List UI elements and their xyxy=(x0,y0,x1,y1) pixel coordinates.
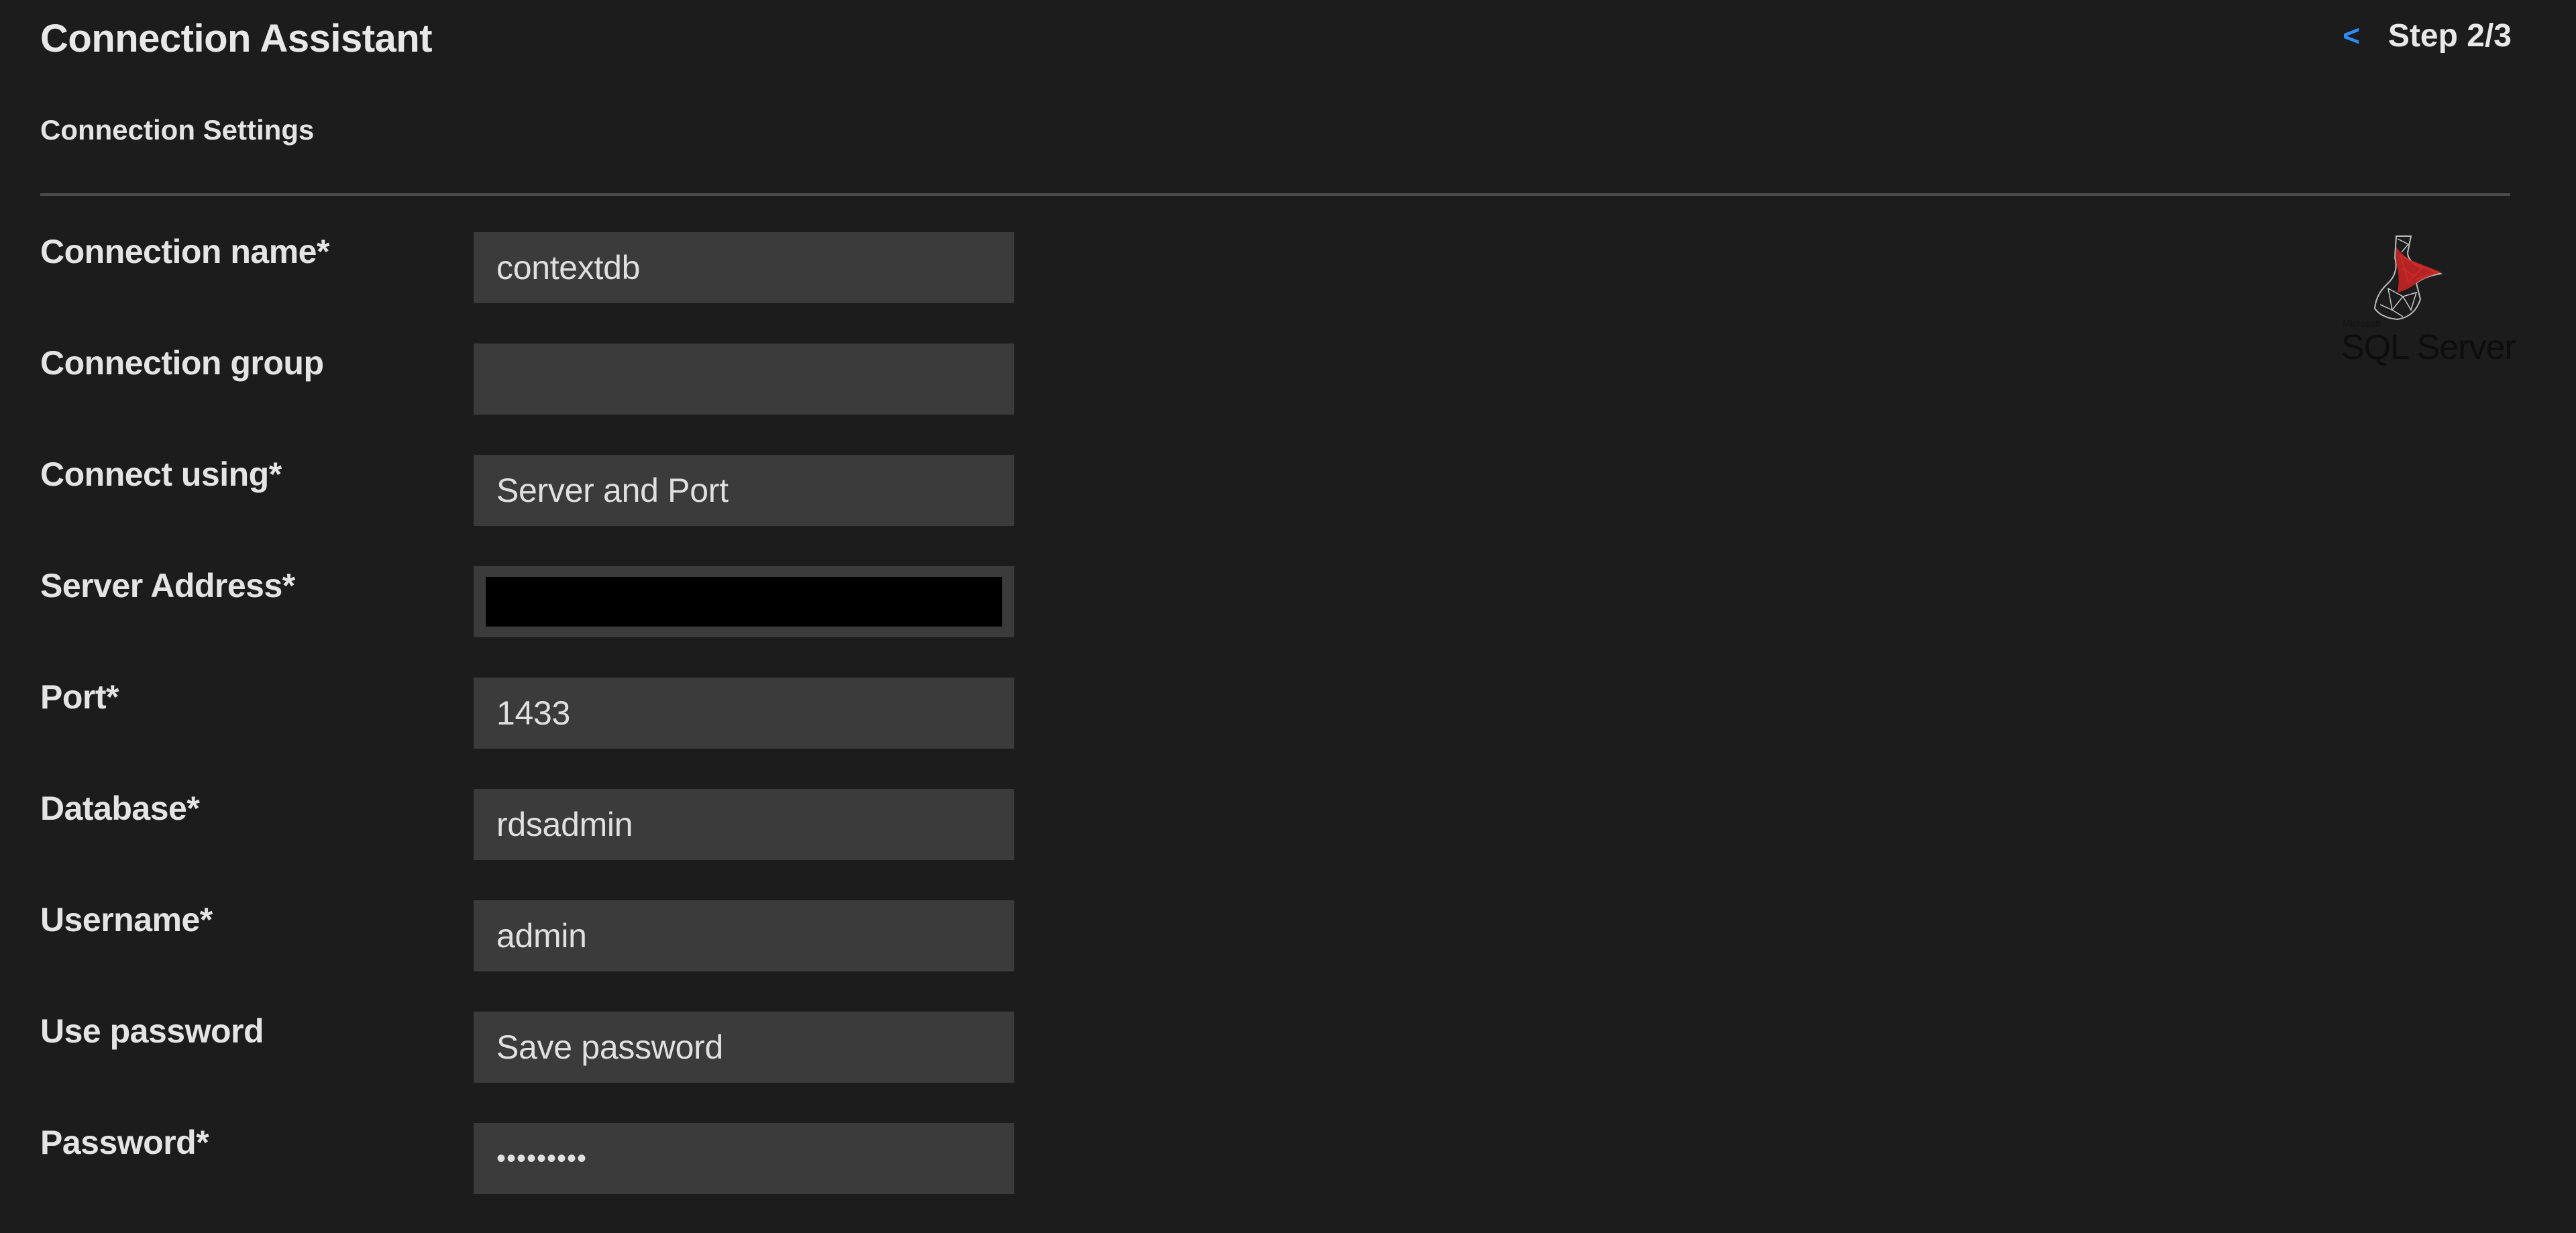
connect-using-select[interactable]: Server and Port xyxy=(474,455,1014,526)
redacted-value xyxy=(486,577,1002,627)
server-address-label: Server Address* xyxy=(40,567,295,604)
form-row-database: Database* rdsadmin xyxy=(40,789,1046,860)
sql-server-flask-icon xyxy=(2373,235,2443,321)
form-row-server-address: Server Address* xyxy=(40,566,1046,637)
form-row-password: Password* ••••••••• xyxy=(40,1123,1046,1194)
connection-group-label: Connection group xyxy=(40,344,324,382)
form-row-connect-using: Connect using* Server and Port xyxy=(40,455,1046,526)
step-navigation: < Step 2/3 xyxy=(2343,17,2512,54)
chevron-left-icon[interactable]: < xyxy=(2343,21,2360,51)
connect-using-label: Connect using* xyxy=(40,455,282,493)
server-address-input[interactable] xyxy=(474,566,1014,637)
username-input[interactable]: admin xyxy=(474,900,1014,971)
form-row-port: Port* 1433 xyxy=(40,678,1046,749)
use-password-label: Use password xyxy=(40,1012,264,1050)
section-title: Connection Settings xyxy=(40,114,315,146)
form-row-connection-name: Connection name* contextdb xyxy=(40,232,1046,303)
logo-brand-text: SQL Server xyxy=(2341,328,2516,367)
database-input[interactable]: rdsadmin xyxy=(474,789,1014,860)
connection-assistant-page: Connection Assistant < Step 2/3 Connecti… xyxy=(0,0,2576,1233)
connection-name-input[interactable]: contextdb xyxy=(474,232,1014,303)
form-row-connection-group: Connection group xyxy=(40,343,1046,415)
password-label: Password* xyxy=(40,1124,209,1161)
page-title: Connection Assistant xyxy=(40,17,433,60)
step-indicator: Step 2/3 xyxy=(2387,18,2512,54)
port-label: Port* xyxy=(40,678,119,716)
username-label: Username* xyxy=(40,901,213,939)
connection-name-label: Connection name* xyxy=(40,233,329,270)
form-row-use-password: Use password Save password xyxy=(40,1012,1046,1083)
password-input[interactable]: ••••••••• xyxy=(474,1123,1014,1194)
database-label: Database* xyxy=(40,790,200,827)
use-password-select[interactable]: Save password xyxy=(474,1012,1014,1083)
sql-server-logo-icon: Microsoft SQL Server xyxy=(2341,235,2516,369)
form-row-username: Username* admin xyxy=(40,900,1046,971)
section-divider xyxy=(40,193,2510,196)
port-input[interactable]: 1433 xyxy=(474,678,1014,749)
connection-group-select[interactable] xyxy=(474,343,1014,415)
